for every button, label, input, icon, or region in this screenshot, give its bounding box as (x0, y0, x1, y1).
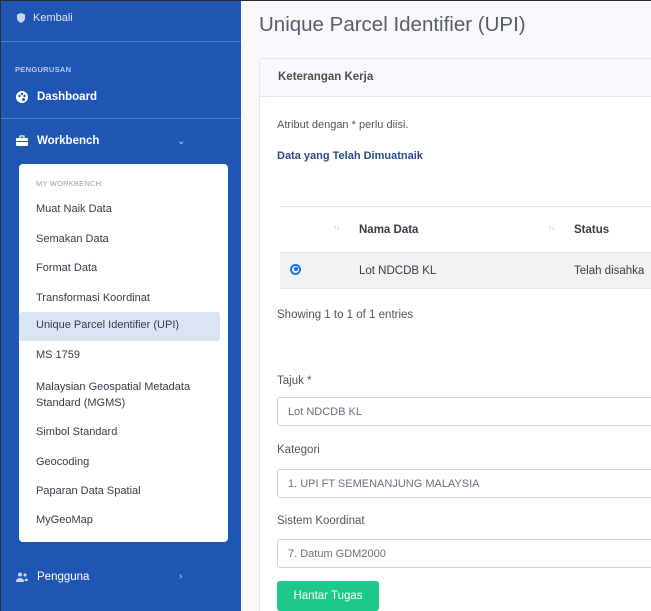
sistem-koordinat-value: 7. Datum GDM2000 (288, 548, 386, 560)
table-cell-status: Telah disahka (562, 252, 651, 289)
sidebar-item-pengguna[interactable]: Pengguna (15, 570, 89, 584)
table-header-status[interactable]: Status (562, 206, 651, 253)
table-row[interactable]: Lot NDCDB KL Telah disahka (280, 252, 651, 289)
chevron-down-icon[interactable]: ⌄ (177, 136, 185, 147)
submenu-heading: MY WORKBENCH: (36, 179, 104, 188)
section-heading: PENGURUSAN (15, 65, 72, 74)
sistem-koordinat-select[interactable]: 7. Datum GDM2000 (277, 539, 651, 568)
chevron-right-icon[interactable]: › (179, 571, 182, 582)
sidebar-item-label: Pengguna (37, 571, 90, 583)
submenu-item-ms-1759[interactable]: MS 1759 (36, 349, 80, 361)
entries-info: Showing 1 to 1 of 1 entries (277, 309, 414, 321)
hantar-tugas-button[interactable]: Hantar Tugas (277, 581, 379, 611)
sidebar-item-dashboard[interactable]: Dashboard (15, 90, 97, 104)
card-header-title: Keterangan Kerja (278, 71, 374, 83)
submenu-item-transformasi-koordinat[interactable]: Transformasi Koordinat (36, 291, 221, 306)
page-title: Unique Parcel Identifier (UPI) (259, 13, 526, 36)
back-label: Kembali (33, 12, 73, 24)
sistem-koordinat-label: Sistem Koordinat (277, 515, 365, 527)
users-icon (15, 570, 29, 584)
sidebar-divider (1, 41, 241, 42)
sidebar: Kembali PENGURUSAN Dashboard Workbench ⌄… (1, 1, 241, 611)
palette-icon (15, 90, 29, 104)
main-content: Unique Parcel Identifier (UPI) Keteranga… (241, 1, 651, 611)
card-header: Keterangan Kerja (260, 59, 651, 97)
work-card: Keterangan Kerja Atribut dengan * perlu … (259, 58, 651, 611)
table-header-select[interactable]: ↑↓ (280, 206, 347, 253)
table-header-nama-data[interactable]: Nama Data ↑↓ (347, 206, 562, 253)
sidebar-item-label: Dashboard (37, 91, 98, 103)
kategori-value: 1. UPI FT SEMENANJUNG MALAYSIA (288, 478, 480, 490)
submenu-item-semakan-data[interactable]: Semakan Data (36, 232, 221, 247)
table-cell-select[interactable] (280, 252, 347, 289)
submenu-item-mgms[interactable]: Malaysian Geospatial Metadata Standard (… (36, 379, 216, 411)
required-note: Atribut dengan * perlu diisi. (277, 119, 409, 131)
uploaded-data-heading: Data yang Telah Dimuatnaik (277, 150, 423, 162)
submenu-item-simbol-standard[interactable]: Simbol Standard (36, 426, 117, 438)
sidebar-divider (1, 118, 241, 119)
uploaded-data-table: ↑↓ Nama Data ↑↓ Status Lot NDCDB KL Tela… (280, 206, 651, 289)
tajuk-label: Tajuk * (277, 375, 312, 387)
shield-icon (15, 12, 27, 24)
submenu-item-format-data[interactable]: Format Data (36, 261, 221, 276)
sort-icon: ↑↓ (333, 223, 340, 232)
back-link[interactable]: Kembali (15, 12, 73, 24)
table-cell-nama-data: Lot NDCDB KL (347, 252, 562, 289)
tajuk-value: Lot NDCDB KL (288, 406, 362, 418)
row-radio-button[interactable] (290, 263, 301, 275)
submenu-item-geocoding[interactable]: Geocoding (36, 456, 89, 468)
kategori-select[interactable]: 1. UPI FT SEMENANJUNG MALAYSIA (277, 469, 651, 498)
submenu-item-paparan-data-spatial[interactable]: Paparan Data Spatial (36, 485, 141, 497)
kategori-label: Kategori (277, 444, 320, 456)
submenu-item-upi[interactable]: Unique Parcel Identifier (UPI) (36, 319, 179, 331)
sidebar-item-label: Workbench (37, 135, 100, 147)
sort-icon: ↑↓ (548, 223, 555, 232)
tajuk-field[interactable]: Lot NDCDB KL (277, 397, 651, 426)
sidebar-item-workbench[interactable]: Workbench (15, 134, 99, 148)
submenu-item-muat-naik-data[interactable]: Muat Naik Data (36, 202, 221, 217)
submenu-item-mygeomap[interactable]: MyGeoMap (36, 514, 93, 526)
briefcase-icon (15, 134, 29, 148)
